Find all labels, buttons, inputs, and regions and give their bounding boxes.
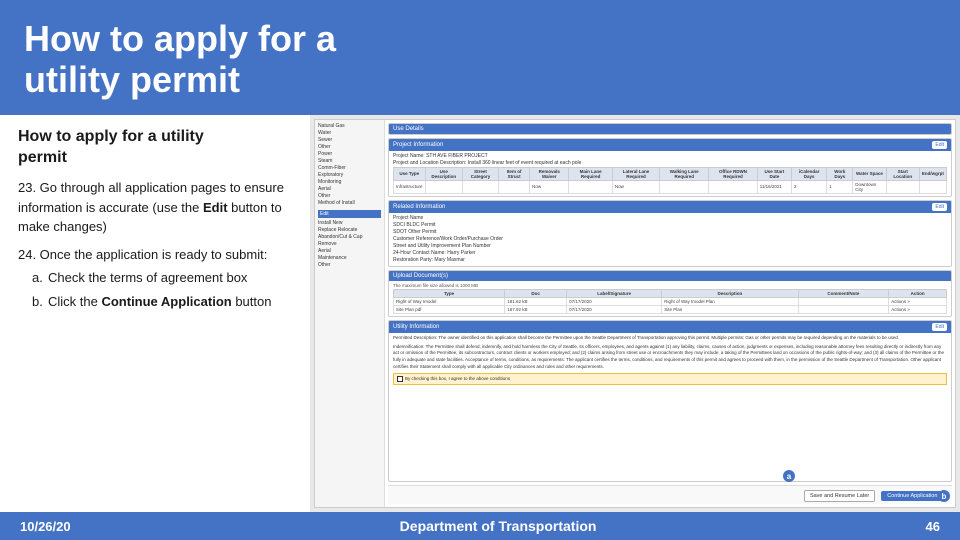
app-main: Use Details Project Information Edit Pro…	[385, 120, 955, 507]
header-banner: How to apply for a utility permit	[0, 0, 960, 115]
upload-docs-section: Upload Document(s) The maximum file size…	[388, 270, 952, 317]
utility-info-content: Permitted Description: The owner identif…	[389, 333, 951, 389]
app-body: Natural Gas Water Sewer Other Power Stea…	[315, 120, 955, 507]
sidebar-section: Natural Gas Water Sewer Other Power Stea…	[318, 123, 381, 206]
related-info-header: Related Information Edit	[389, 201, 951, 213]
project-info-edit-btn[interactable]: Edit	[932, 141, 947, 149]
left-subtitle: How to apply for a utility permit	[18, 127, 292, 169]
footer-date: 10/26/20	[20, 519, 71, 534]
app-sidebar: Natural Gas Water Sewer Other Power Stea…	[315, 120, 385, 507]
steps-list: 23. Go through all application pages to …	[18, 178, 292, 319]
footer-bar: 10/26/20 Department of Transportation 46	[0, 512, 960, 540]
main-content-area: How to apply for a utility permit 23. Go…	[0, 115, 960, 512]
terms-checkbox-row: By checking this box, I agree to the abo…	[393, 373, 947, 385]
step-24: 24. Once the application is ready to sub…	[18, 245, 292, 312]
bottom-actions-bar: Save and Resume Later Continue Applicati…	[388, 485, 952, 504]
related-info-section: Related Information Edit Project Name SD…	[388, 200, 952, 267]
project-info-section: Project Information Edit Project Name: S…	[388, 138, 952, 197]
project-info-content: Project Name: STH AVE FIBER PROJECT Proj…	[389, 151, 951, 196]
continue-app-bold: Continue Application	[101, 294, 231, 309]
terms-checkbox[interactable]	[397, 376, 403, 382]
substep-a: a. Check the terms of agreement box	[32, 268, 292, 288]
related-info-edit-btn[interactable]: Edit	[932, 203, 947, 211]
main-title: How to apply for a utility permit	[24, 18, 936, 101]
work-type-list: Edit Install New Replace Relocate Abando…	[318, 210, 381, 268]
related-info-content: Project Name SDCI BLDC Permit SDOT Other…	[389, 213, 951, 266]
screenshot: Natural Gas Water Sewer Other Power Stea…	[314, 119, 956, 508]
use-details-section: Use Details	[388, 123, 952, 135]
footer-page: 46	[926, 519, 940, 534]
bottom-sections: Utility Information Edit Permitted Descr…	[388, 320, 952, 482]
project-info-header: Project Information Edit	[389, 139, 951, 151]
right-screenshot-panel: Natural Gas Water Sewer Other Power Stea…	[310, 115, 960, 512]
save-resume-btn[interactable]: Save and Resume Later	[804, 490, 875, 502]
upload-table: Type Doc Label/Signature Description Com…	[393, 289, 947, 314]
left-panel: How to apply for a utility permit 23. Go…	[0, 115, 310, 512]
edit-bold: Edit	[203, 200, 228, 215]
step-23: 23. Go through all application pages to …	[18, 178, 292, 237]
upload-docs-content: The maximum file size allowed is 1000 MB…	[389, 281, 951, 316]
use-details-table: Use Type Use Description Street Category…	[393, 167, 947, 194]
label-a-marker: a	[783, 470, 795, 482]
substeps: a. Check the terms of agreement box b. C…	[18, 268, 292, 311]
substep-b: b. Click the Continue Application button	[32, 292, 292, 312]
utility-info-header: Utility Information Edit	[389, 321, 951, 333]
use-details-header: Use Details	[389, 124, 951, 134]
utility-info-section: Utility Information Edit Permitted Descr…	[388, 320, 952, 482]
label-b-marker: b	[938, 490, 950, 502]
utility-edit-btn[interactable]: Edit	[932, 323, 947, 331]
upload-docs-header: Upload Document(s)	[389, 271, 951, 281]
footer-department: Department of Transportation	[91, 518, 906, 534]
